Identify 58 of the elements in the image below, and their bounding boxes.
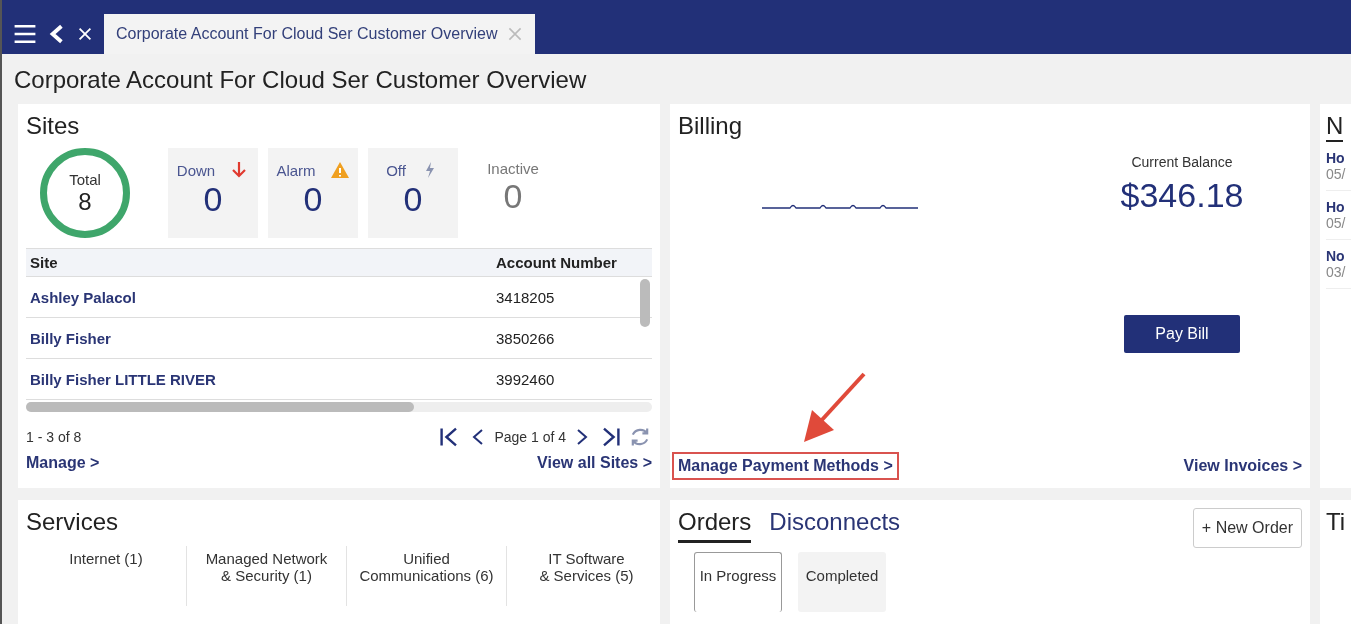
orders-tab[interactable]: Orders <box>678 508 752 543</box>
card-title: Services <box>26 508 120 536</box>
manage-link[interactable]: Manage > <box>26 454 100 472</box>
stat-value: 0 <box>203 180 223 219</box>
stat-label: Off <box>386 161 406 179</box>
card-title: N <box>1326 112 1344 142</box>
service-category[interactable]: Managed Network & Security (1) <box>186 546 346 606</box>
stat-label: Inactive <box>487 160 539 177</box>
vertical-scrollbar[interactable] <box>640 279 650 327</box>
horizontal-scrollbar[interactable] <box>26 402 652 412</box>
stat-value: 0 <box>303 180 323 219</box>
view-all-sites-link[interactable]: View all Sites > <box>537 454 652 472</box>
column-header: Site <box>29 254 59 271</box>
site-link[interactable]: Ashley Palacol <box>26 288 492 306</box>
stat-value: 8 <box>78 187 92 216</box>
table-cell-text: 3992460 <box>495 370 556 388</box>
service-category[interactable]: Internet (1) <box>26 546 186 606</box>
new-order-button[interactable]: + New Order <box>1192 508 1302 548</box>
stat-label: Down <box>176 161 216 179</box>
item-date: 05/ <box>1326 166 1347 182</box>
site-link[interactable]: Billy Fisher <box>26 329 492 347</box>
stat-tile[interactable]: Off 0 <box>368 148 458 238</box>
stat-value: 0 <box>503 177 523 216</box>
stat-label: Alarm <box>276 161 316 179</box>
item-title[interactable]: Ho <box>1326 150 1351 166</box>
site-link[interactable]: Billy Fisher LITTLE RIVER <box>26 370 492 388</box>
close-icon <box>76 25 94 43</box>
pay-bill-button[interactable]: Pay Bill <box>1124 315 1240 353</box>
balance-amount: $346.18 <box>1120 176 1244 215</box>
item-title[interactable]: Ho <box>1326 199 1351 215</box>
balance-label: Current Balance <box>1131 154 1233 170</box>
page-title: Corporate Account For Cloud Ser Customer Overview <box>13 65 588 95</box>
manage-payment-methods-link[interactable]: Manage Payment Methods > <box>672 452 899 480</box>
table-cell-text: 3850266 <box>495 329 556 347</box>
order-status-tile[interactable]: Completed <box>798 552 886 612</box>
warning-icon <box>329 160 350 180</box>
stat-label: Total <box>69 170 101 188</box>
card-title: Billing <box>678 112 744 140</box>
card-title: Ti <box>1326 508 1346 535</box>
table-cell-text: 3418205 <box>495 288 556 306</box>
stat-tile[interactable]: Alarm 0 <box>268 148 358 238</box>
order-status-tile[interactable]: In Progress <box>694 552 782 612</box>
stat-tile[interactable]: Down 0 <box>168 148 258 238</box>
close-icon <box>507 26 524 42</box>
document-tab[interactable]: Corporate Account For Cloud Ser Customer Overview <box>104 14 536 54</box>
range-text: 1 - 3 of 8 <box>26 429 82 445</box>
view-invoices-link[interactable]: View Invoices > <box>1183 457 1302 475</box>
stat-tile[interactable]: Inactive 0 <box>468 148 558 238</box>
item-date: 03/ <box>1326 264 1347 280</box>
column-header: Account Number <box>495 254 618 271</box>
item-title[interactable]: No <box>1326 248 1351 264</box>
page-indicator: Page 1 of 4 <box>494 429 566 445</box>
orders-tab[interactable]: Disconnects <box>769 508 901 543</box>
service-category[interactable]: Unified Communications (6) <box>346 546 506 606</box>
item-date: 05/ <box>1326 215 1347 231</box>
card-title: Sites <box>26 112 81 140</box>
service-category[interactable]: IT Software & Services (5) <box>506 546 660 606</box>
stat-value: 0 <box>403 180 423 219</box>
